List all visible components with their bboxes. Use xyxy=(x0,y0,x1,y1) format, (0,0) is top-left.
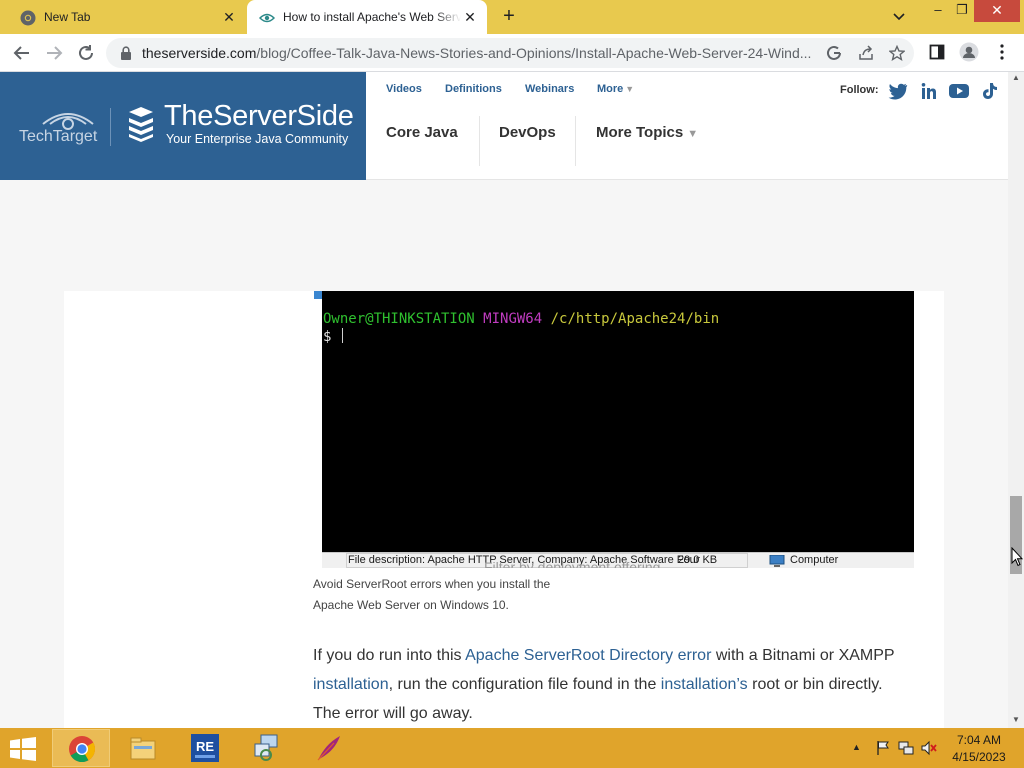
lock-icon[interactable] xyxy=(120,46,132,60)
tab-title: How to install Apache's Web Server xyxy=(283,10,461,24)
forward-arrow-icon[interactable] xyxy=(43,42,65,64)
back-arrow-icon[interactable] xyxy=(11,42,33,64)
nav-divider xyxy=(479,116,480,166)
terminal-input-line: $ xyxy=(323,328,343,345)
link-installation[interactable]: installation xyxy=(313,676,389,693)
terminal-env: MINGW64 xyxy=(483,311,543,327)
url-text[interactable]: theserverside.com/blog/Coffee-Talk-Java-… xyxy=(142,45,832,61)
twitter-icon[interactable] xyxy=(888,82,908,100)
taskbar-chrome[interactable] xyxy=(52,729,110,767)
eye-favicon-icon xyxy=(259,13,275,23)
re-app-icon: RE xyxy=(191,734,219,762)
nav-link-definitions[interactable]: Definitions xyxy=(445,83,502,95)
reload-icon[interactable] xyxy=(75,42,97,64)
bookmark-star-icon[interactable] xyxy=(889,45,905,61)
tab-new-tab[interactable]: New Tab ✕ xyxy=(0,0,246,34)
scroll-up-arrow-icon[interactable]: ▲ xyxy=(1012,74,1020,82)
url-domain: theserverside.com xyxy=(142,45,257,61)
site-logo-text: TheServerSide xyxy=(164,100,354,132)
url-path: /blog/Coffee-Talk-Java-News-Stories-and-… xyxy=(256,45,812,61)
nav-devops[interactable]: DevOps xyxy=(499,124,556,141)
status-file-size: 29.0 KB xyxy=(678,554,718,566)
techtarget-logo-text: TechTarget xyxy=(19,128,98,145)
windows-taskbar: RE ▲ 7:04 AM 4/15/2023 xyxy=(0,728,1024,768)
computer-icon xyxy=(769,555,785,567)
kebab-menu-icon[interactable] xyxy=(994,43,1010,61)
tab-title: New Tab xyxy=(44,10,91,24)
browser-toolbar: theserverside.com/blog/Coffee-Talk-Java-… xyxy=(0,34,1024,72)
close-tab-icon[interactable]: ✕ xyxy=(461,8,479,26)
site-tagline: Your Enterprise Java Community xyxy=(166,132,349,146)
link-serverroot-error[interactable]: Apache ServerRoot Directory error xyxy=(465,647,711,664)
paragraph-text: If you do run into this xyxy=(313,647,466,664)
restore-button[interactable]: ❐ xyxy=(948,0,976,22)
nav-more-topics-label: More Topics xyxy=(596,124,684,141)
network-tray-icon[interactable] xyxy=(898,740,914,756)
windows-start-icon[interactable] xyxy=(8,737,38,761)
linkedin-icon[interactable] xyxy=(919,82,939,100)
vertical-scrollbar[interactable]: ▲ ▼ xyxy=(1008,72,1024,728)
follow-label: Follow: xyxy=(840,84,879,96)
status-location: Computer xyxy=(790,554,839,566)
nav-divider xyxy=(575,116,576,166)
clock-time[interactable]: 7:04 AM xyxy=(946,733,1012,747)
profile-avatar-icon[interactable] xyxy=(959,42,979,62)
tiktok-icon[interactable] xyxy=(980,82,1000,100)
taskbar-file-explorer[interactable] xyxy=(114,729,172,767)
terminal-path: /c/http/Apache24/bin xyxy=(550,311,720,327)
new-tab-plus-icon[interactable]: + xyxy=(498,6,520,28)
terminal-screenshot: Owner@THINKSTATION MINGW64 /c/http/Apach… xyxy=(322,291,914,552)
nav-link-more[interactable]: More ▼ xyxy=(597,83,634,95)
google-lens-icon[interactable] xyxy=(826,45,842,61)
taskbar-network-setup[interactable] xyxy=(238,729,296,767)
close-tab-icon[interactable]: ✕ xyxy=(220,8,238,26)
side-panel-icon[interactable] xyxy=(929,44,945,60)
terminal-prompt: $ xyxy=(323,329,340,345)
youtube-icon[interactable] xyxy=(949,82,969,100)
tray-expand-icon[interactable]: ▲ xyxy=(852,742,861,752)
mouse-pointer-icon xyxy=(1011,547,1023,567)
chevron-down-icon[interactable] xyxy=(888,8,910,26)
paragraph-text: with a Bitnami or XAMPP xyxy=(711,647,895,664)
network-setup-icon xyxy=(254,734,278,761)
clock-date[interactable]: 4/15/2023 xyxy=(946,750,1012,764)
nav-more-topics[interactable]: More Topics ▼ xyxy=(596,124,698,141)
taskbar-re-app[interactable]: RE xyxy=(176,729,234,767)
window-titlebar-edge xyxy=(314,291,322,299)
nav-link-videos[interactable]: Videos xyxy=(386,83,422,95)
image-caption: Avoid ServerRoot errors when you install… xyxy=(313,577,551,612)
site-header: TechTarget TheServerSide Your Enterprise… xyxy=(0,72,1008,180)
action-center-flag-icon[interactable] xyxy=(875,740,891,756)
tab-apache-article[interactable]: How to install Apache's Web Server ✕ xyxy=(247,0,487,34)
terminal-user-host: Owner@THINKSTATION xyxy=(323,311,475,327)
nav-link-webinars[interactable]: Webinars xyxy=(525,83,574,95)
nav-more-label: More xyxy=(597,83,624,95)
brand-block[interactable]: TechTarget TheServerSide Your Enterprise… xyxy=(0,72,366,180)
taskbar-apache-feather[interactable] xyxy=(300,729,358,767)
article-paragraph: If you do run into this Apache ServerRoo… xyxy=(313,641,913,728)
overlapped-text: Filter by deployment offering xyxy=(484,560,661,568)
feather-icon xyxy=(317,736,340,761)
nav-core-java[interactable]: Core Java xyxy=(386,124,458,141)
link-installations[interactable]: installation’s xyxy=(661,676,748,693)
serverside-logo-icon xyxy=(129,107,153,142)
chrome-icon xyxy=(20,10,36,26)
share-icon[interactable] xyxy=(858,45,874,61)
chrome-icon xyxy=(69,736,96,763)
caret-down-icon: ▼ xyxy=(687,128,699,140)
svg-text:RE: RE xyxy=(196,739,214,754)
scroll-down-arrow-icon[interactable]: ▼ xyxy=(1012,716,1020,724)
address-bar[interactable]: theserverside.com/blog/Coffee-Talk-Java-… xyxy=(106,38,914,68)
paragraph-text: , run the configuration file found in th… xyxy=(388,676,661,693)
volume-muted-icon[interactable] xyxy=(921,740,937,756)
page-viewport: TechTarget TheServerSide Your Enterprise… xyxy=(0,72,1008,728)
window-close-button[interactable]: ✕ xyxy=(974,0,1020,22)
caret-down-icon: ▼ xyxy=(625,84,635,94)
browser-tab-strip: New Tab ✕ How to install Apache's Web Se… xyxy=(0,0,1024,34)
terminal-cursor xyxy=(341,328,343,343)
terminal-prompt-line: Owner@THINKSTATION MINGW64 /c/http/Apach… xyxy=(323,311,719,327)
file-explorer-icon xyxy=(130,737,156,760)
brand-divider xyxy=(110,108,111,146)
